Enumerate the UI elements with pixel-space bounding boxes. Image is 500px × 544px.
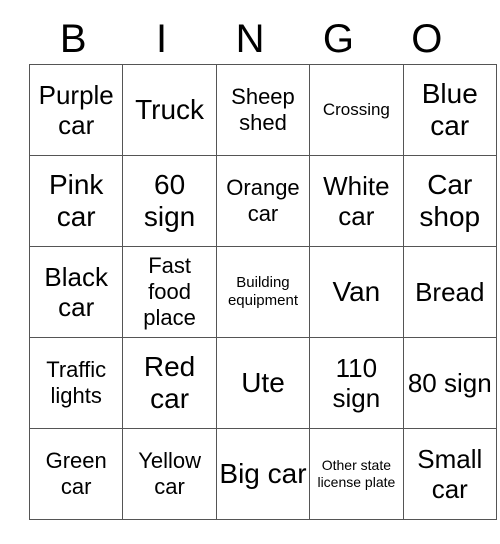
bingo-cell-label: Ute [241,367,285,398]
bingo-cell[interactable]: Orange car [215,155,311,247]
bingo-cell-label: Sheep shed [231,84,295,135]
bingo-cell[interactable]: Black car [28,246,124,338]
bingo-cell-label: Car shop [419,169,481,232]
bingo-cell-label: 80 sign [407,368,492,398]
bingo-cell[interactable]: Truck [122,64,217,156]
bingo-row: Traffic lights Red car Ute 110 sign 80 sign [28,337,497,429]
bingo-header-letter-o: O [411,17,443,61]
bingo-cell-label: Crossing [322,100,390,119]
bingo-header-letter-n: N [235,17,265,61]
bingo-cell-label: Truck [135,94,205,125]
bingo-cell[interactable]: Yellow car [122,428,217,520]
bingo-grid-body: Purple car Truck Sheep shed Crossing Blue ca… [28,64,497,520]
bingo-cell-label: Green car [45,448,107,499]
bingo-cell[interactable]: Small car [402,428,497,520]
bingo-cell-label: Traffic lights [46,357,107,408]
bingo-cell-label: Pink car [48,169,104,232]
bingo-cell[interactable]: Traffic lights [28,337,124,429]
bingo-cell[interactable]: Purple car [28,64,124,156]
bingo-cell-label: Purple car [38,80,114,140]
bingo-header-letter-i: I [156,17,168,61]
bingo-header: BINGO [29,0,471,64]
bingo-grid: Purple car Truck Sheep shed Crossing Blue ca… [28,64,497,520]
bingo-cell-label: Black car [44,262,108,322]
bingo-cell-label: Blue car [421,78,478,141]
bingo-cell[interactable]: White car [309,155,404,247]
bingo-cell[interactable]: 80 sign [402,337,497,429]
bingo-cell[interactable]: Van [309,246,404,338]
bingo-cell-label: 60 sign [143,169,196,232]
bingo-cell[interactable]: Blue car [402,64,497,156]
bingo-row: Black car Fast food place Building equipme… [28,246,497,338]
bingo-cell[interactable]: Sheep shed [215,64,311,156]
bingo-cell[interactable]: Bread [402,246,497,338]
bingo-cell[interactable]: Building equipment [215,246,311,338]
bingo-cell[interactable]: Car shop [402,155,497,247]
bingo-cell[interactable]: 60 sign [122,155,217,247]
bingo-cell-label: Big car [219,458,307,489]
bingo-cell-label: 110 sign [332,353,381,413]
bingo-cell-label: Orange car [226,175,300,226]
bingo-cell[interactable]: Crossing [309,64,404,156]
bingo-header-letter-g: G [322,17,354,61]
bingo-cell[interactable]: Red car [122,337,217,429]
bingo-cell[interactable]: Pink car [28,155,124,247]
bingo-cell-label: Fast food place [143,253,196,330]
bingo-cell-label: Small car [417,444,483,504]
bingo-row: Pink car 60 sign Orange car White car Car sh… [28,155,497,247]
bingo-cell[interactable]: 110 sign [309,337,404,429]
bingo-cell-label: Other state license plate [317,457,396,490]
bingo-row: Purple car Truck Sheep shed Crossing Blue ca… [28,64,497,156]
bingo-row: Green car Yellow car Big car Other state li… [28,428,497,520]
bingo-cell-label: Building equipment [227,274,298,309]
bingo-cell-label: Bread [415,277,485,307]
bingo-cell[interactable]: Green car [28,428,124,520]
bingo-cell[interactable]: Big car [215,428,311,520]
bingo-cell[interactable]: Fast food place [122,246,217,338]
bingo-cell-label: White car [323,171,390,231]
bingo-cell[interactable]: Other state license plate [309,428,404,520]
bingo-cell[interactable]: Ute [215,337,311,429]
bingo-card: B I N G O Purple car Truck Sheep shed Crossing B… [0,0,500,544]
bingo-cell-label: Yellow car [138,448,201,499]
bingo-cell-label: Red car [143,351,196,414]
bingo-header-letter-b: B [59,17,87,61]
bingo-cell-label: Van [332,276,381,307]
